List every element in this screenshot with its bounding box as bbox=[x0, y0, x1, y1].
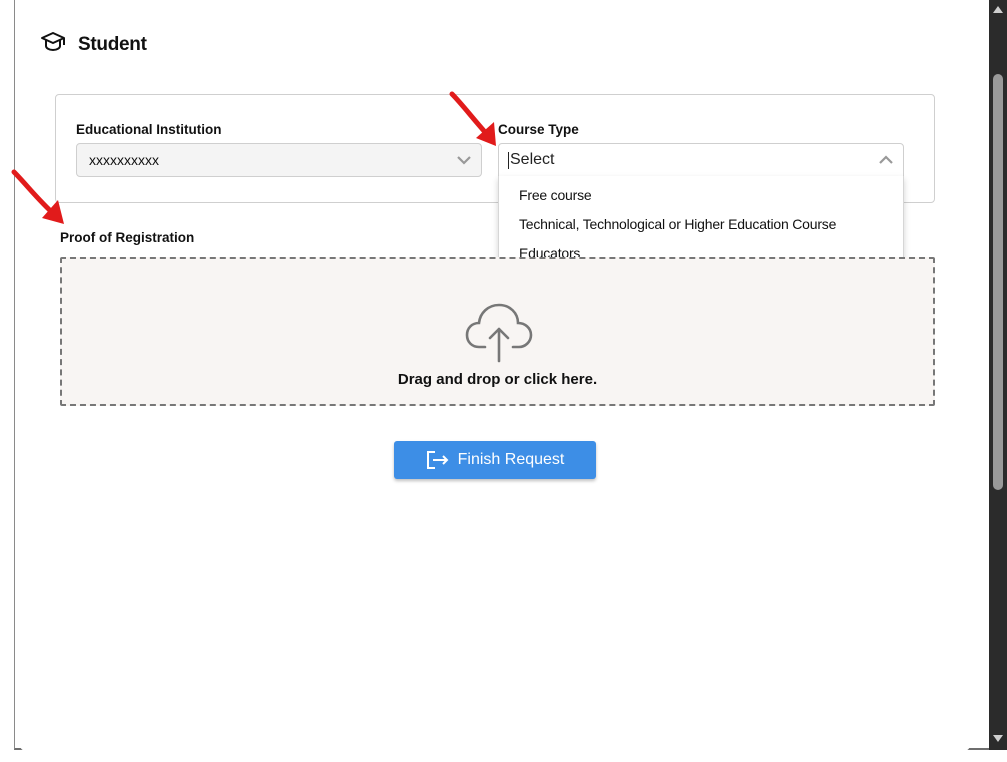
institution-value: xxxxxxxxxx bbox=[89, 152, 159, 168]
annotation-arrow-icon bbox=[449, 91, 496, 146]
file-dropzone[interactable]: Drag and drop or click here. bbox=[60, 257, 935, 406]
cloud-upload-icon bbox=[465, 303, 533, 363]
institution-select[interactable]: xxxxxxxxxx bbox=[76, 143, 482, 177]
proof-label: Proof of Registration bbox=[60, 230, 195, 245]
option-free-course[interactable]: Free course bbox=[519, 187, 592, 203]
annotation-arrow-icon bbox=[11, 169, 64, 224]
finish-request-button[interactable]: Finish Request bbox=[394, 441, 596, 479]
dropzone-text: Drag and drop or click here. bbox=[397, 371, 598, 388]
option-technical-course[interactable]: Technical, Technological or Higher Educa… bbox=[519, 216, 836, 232]
course-type-value: Select bbox=[510, 151, 555, 168]
sign-out-icon bbox=[426, 451, 449, 469]
vertical-scrollbar[interactable] bbox=[989, 0, 1007, 750]
course-type-select[interactable]: Select bbox=[498, 143, 904, 177]
finish-request-label: Finish Request bbox=[457, 451, 565, 468]
chevron-up-icon bbox=[879, 155, 893, 164]
chevron-down-icon bbox=[457, 156, 471, 165]
text-caret bbox=[508, 151, 509, 169]
scrollbar-thumb[interactable] bbox=[993, 74, 1003, 490]
modal-header: Student bbox=[20, 30, 147, 60]
scroll-up-icon[interactable] bbox=[993, 6, 1003, 13]
graduation-cap-icon bbox=[40, 31, 66, 60]
institution-label: Educational Institution bbox=[76, 122, 222, 137]
page-title: Student bbox=[78, 34, 147, 55]
scroll-down-icon[interactable] bbox=[993, 735, 1003, 742]
course-type-label: Course Type bbox=[498, 122, 579, 137]
